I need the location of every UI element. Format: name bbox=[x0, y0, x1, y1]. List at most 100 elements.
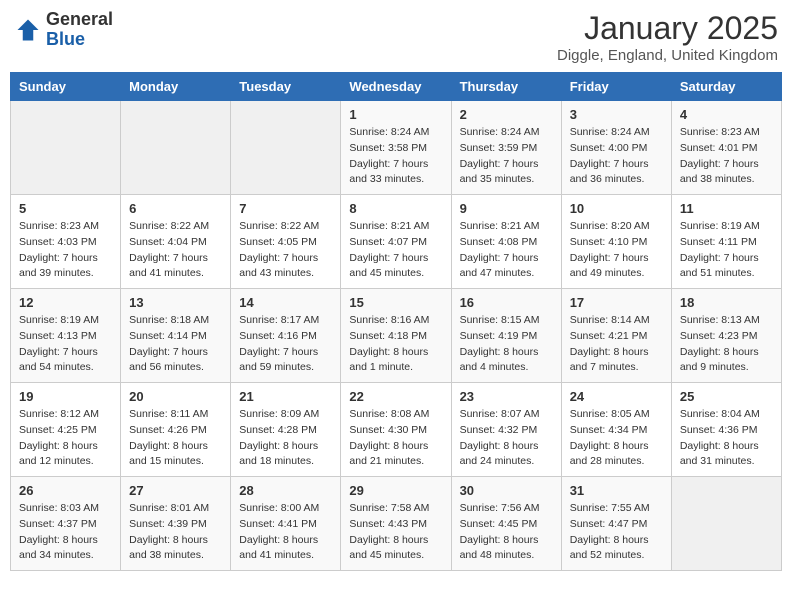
location: Diggle, England, United Kingdom bbox=[557, 47, 778, 64]
day-number: 3 bbox=[570, 107, 663, 122]
calendar-cell: 21 Sunrise: 8:09 AM Sunset: 4:28 PM Dayli… bbox=[231, 383, 341, 477]
logo-general: General bbox=[46, 9, 113, 29]
weekday-header-thursday: Thursday bbox=[451, 73, 561, 101]
day-number: 11 bbox=[680, 201, 773, 216]
day-info: Sunrise: 8:13 AM Sunset: 4:23 PM Dayligh… bbox=[680, 313, 773, 376]
week-row-2: 5 Sunrise: 8:23 AM Sunset: 4:03 PM Daylig… bbox=[11, 195, 782, 289]
calendar-cell: 9 Sunrise: 8:21 AM Sunset: 4:08 PM Daylig… bbox=[451, 195, 561, 289]
day-info: Sunrise: 8:19 AM Sunset: 4:13 PM Dayligh… bbox=[19, 313, 112, 376]
logo-text: General Blue bbox=[46, 10, 113, 50]
weekday-header-wednesday: Wednesday bbox=[341, 73, 451, 101]
calendar-cell: 11Sunrise: 8:19 AM Sunset: 4:11 PM Dayli… bbox=[671, 195, 781, 289]
logo-blue: Blue bbox=[46, 29, 85, 49]
day-info: Sunrise: 8:21 AM Sunset: 4:07 PM Dayligh… bbox=[349, 219, 442, 282]
calendar-cell: 4Sunrise: 8:23 AM Sunset: 4:01 PM Daylig… bbox=[671, 101, 781, 195]
day-number: 15 bbox=[349, 295, 442, 310]
day-number: 9 bbox=[460, 201, 553, 216]
day-number: 30 bbox=[460, 483, 553, 498]
day-number: 23 bbox=[460, 389, 553, 404]
day-info: Sunrise: 8:14 AM Sunset: 4:21 PM Dayligh… bbox=[570, 313, 663, 376]
day-number: 14 bbox=[239, 295, 332, 310]
calendar-cell bbox=[121, 101, 231, 195]
day-number: 16 bbox=[460, 295, 553, 310]
day-info: Sunrise: 8:22 AM Sunset: 4:04 PM Dayligh… bbox=[129, 219, 222, 282]
day-info: Sunrise: 7:58 AM Sunset: 4:43 PM Dayligh… bbox=[349, 501, 442, 564]
calendar-cell: 29 Sunrise: 7:58 AM Sunset: 4:43 PM Dayli… bbox=[341, 477, 451, 571]
calendar-cell: 1 Sunrise: 8:24 AM Sunset: 3:58 PM Daylig… bbox=[341, 101, 451, 195]
day-info: Sunrise: 8:23 AM Sunset: 4:01 PM Dayligh… bbox=[680, 125, 773, 188]
day-info: Sunrise: 8:11 AM Sunset: 4:26 PM Dayligh… bbox=[129, 407, 222, 470]
logo: General Blue bbox=[14, 10, 113, 50]
page-header: General Blue January 2025 Diggle, Englan… bbox=[10, 10, 782, 64]
day-number: 24 bbox=[570, 389, 663, 404]
day-number: 29 bbox=[349, 483, 442, 498]
day-info: Sunrise: 8:07 AM Sunset: 4:32 PM Dayligh… bbox=[460, 407, 553, 470]
calendar-cell: 28Sunrise: 8:00 AM Sunset: 4:41 PM Dayli… bbox=[231, 477, 341, 571]
day-info: Sunrise: 8:03 AM Sunset: 4:37 PM Dayligh… bbox=[19, 501, 112, 564]
calendar-cell: 10 Sunrise: 8:20 AM Sunset: 4:10 PM Dayli… bbox=[561, 195, 671, 289]
calendar-cell: 30 Sunrise: 7:56 AM Sunset: 4:45 PM Dayli… bbox=[451, 477, 561, 571]
day-number: 26 bbox=[19, 483, 112, 498]
day-number: 7 bbox=[239, 201, 332, 216]
calendar-cell: 5 Sunrise: 8:23 AM Sunset: 4:03 PM Daylig… bbox=[11, 195, 121, 289]
day-number: 5 bbox=[19, 201, 112, 216]
calendar-cell bbox=[231, 101, 341, 195]
logo-icon bbox=[14, 16, 42, 44]
week-row-3: 12Sunrise: 8:19 AM Sunset: 4:13 PM Dayli… bbox=[11, 289, 782, 383]
day-number: 2 bbox=[460, 107, 553, 122]
weekday-header-monday: Monday bbox=[121, 73, 231, 101]
day-number: 28 bbox=[239, 483, 332, 498]
day-number: 17 bbox=[570, 295, 663, 310]
day-number: 18 bbox=[680, 295, 773, 310]
month-title: January 2025 bbox=[557, 10, 778, 47]
calendar-cell: 7Sunrise: 8:22 AM Sunset: 4:05 PM Daylig… bbox=[231, 195, 341, 289]
calendar-cell bbox=[671, 477, 781, 571]
week-row-5: 26 Sunrise: 8:03 AM Sunset: 4:37 PM Dayli… bbox=[11, 477, 782, 571]
day-info: Sunrise: 8:24 AM Sunset: 3:59 PM Dayligh… bbox=[460, 125, 553, 188]
weekday-header-row: SundayMondayTuesdayWednesdayThursdayFrid… bbox=[11, 73, 782, 101]
calendar-cell: 18 Sunrise: 8:13 AM Sunset: 4:23 PM Dayli… bbox=[671, 289, 781, 383]
day-info: Sunrise: 8:18 AM Sunset: 4:14 PM Dayligh… bbox=[129, 313, 222, 376]
day-info: Sunrise: 8:08 AM Sunset: 4:30 PM Dayligh… bbox=[349, 407, 442, 470]
day-info: Sunrise: 8:23 AM Sunset: 4:03 PM Dayligh… bbox=[19, 219, 112, 282]
calendar-cell: 27Sunrise: 8:01 AM Sunset: 4:39 PM Dayli… bbox=[121, 477, 231, 571]
day-info: Sunrise: 8:15 AM Sunset: 4:19 PM Dayligh… bbox=[460, 313, 553, 376]
day-number: 13 bbox=[129, 295, 222, 310]
day-number: 10 bbox=[570, 201, 663, 216]
calendar-cell: 15Sunrise: 8:16 AM Sunset: 4:18 PM Dayli… bbox=[341, 289, 451, 383]
day-number: 6 bbox=[129, 201, 222, 216]
weekday-header-saturday: Saturday bbox=[671, 73, 781, 101]
calendar-cell: 3 Sunrise: 8:24 AM Sunset: 4:00 PM Daylig… bbox=[561, 101, 671, 195]
day-info: Sunrise: 8:04 AM Sunset: 4:36 PM Dayligh… bbox=[680, 407, 773, 470]
calendar-cell: 19 Sunrise: 8:12 AM Sunset: 4:25 PM Dayli… bbox=[11, 383, 121, 477]
calendar-cell: 12Sunrise: 8:19 AM Sunset: 4:13 PM Dayli… bbox=[11, 289, 121, 383]
calendar-cell: 6 Sunrise: 8:22 AM Sunset: 4:04 PM Daylig… bbox=[121, 195, 231, 289]
calendar-cell: 8Sunrise: 8:21 AM Sunset: 4:07 PM Daylig… bbox=[341, 195, 451, 289]
calendar-cell: 26 Sunrise: 8:03 AM Sunset: 4:37 PM Dayli… bbox=[11, 477, 121, 571]
day-info: Sunrise: 8:05 AM Sunset: 4:34 PM Dayligh… bbox=[570, 407, 663, 470]
calendar-cell: 17 Sunrise: 8:14 AM Sunset: 4:21 PM Dayli… bbox=[561, 289, 671, 383]
day-number: 20 bbox=[129, 389, 222, 404]
day-info: Sunrise: 8:12 AM Sunset: 4:25 PM Dayligh… bbox=[19, 407, 112, 470]
day-info: Sunrise: 8:21 AM Sunset: 4:08 PM Dayligh… bbox=[460, 219, 553, 282]
day-info: Sunrise: 7:56 AM Sunset: 4:45 PM Dayligh… bbox=[460, 501, 553, 564]
day-number: 21 bbox=[239, 389, 332, 404]
calendar-cell: 22Sunrise: 8:08 AM Sunset: 4:30 PM Dayli… bbox=[341, 383, 451, 477]
calendar-cell: 16 Sunrise: 8:15 AM Sunset: 4:19 PM Dayli… bbox=[451, 289, 561, 383]
day-number: 1 bbox=[349, 107, 442, 122]
calendar-cell: 25Sunrise: 8:04 AM Sunset: 4:36 PM Dayli… bbox=[671, 383, 781, 477]
day-number: 19 bbox=[19, 389, 112, 404]
calendar-cell: 20 Sunrise: 8:11 AM Sunset: 4:26 PM Dayli… bbox=[121, 383, 231, 477]
day-info: Sunrise: 8:24 AM Sunset: 4:00 PM Dayligh… bbox=[570, 125, 663, 188]
weekday-header-friday: Friday bbox=[561, 73, 671, 101]
calendar-table: SundayMondayTuesdayWednesdayThursdayFrid… bbox=[10, 72, 782, 571]
day-info: Sunrise: 8:24 AM Sunset: 3:58 PM Dayligh… bbox=[349, 125, 442, 188]
title-block: January 2025 Diggle, England, United Kin… bbox=[557, 10, 778, 64]
calendar-cell: 13 Sunrise: 8:18 AM Sunset: 4:14 PM Dayli… bbox=[121, 289, 231, 383]
calendar-cell: 23 Sunrise: 8:07 AM Sunset: 4:32 PM Dayli… bbox=[451, 383, 561, 477]
calendar-cell: 2 Sunrise: 8:24 AM Sunset: 3:59 PM Daylig… bbox=[451, 101, 561, 195]
day-info: Sunrise: 8:17 AM Sunset: 4:16 PM Dayligh… bbox=[239, 313, 332, 376]
day-info: Sunrise: 8:09 AM Sunset: 4:28 PM Dayligh… bbox=[239, 407, 332, 470]
calendar-cell bbox=[11, 101, 121, 195]
day-info: Sunrise: 8:20 AM Sunset: 4:10 PM Dayligh… bbox=[570, 219, 663, 282]
